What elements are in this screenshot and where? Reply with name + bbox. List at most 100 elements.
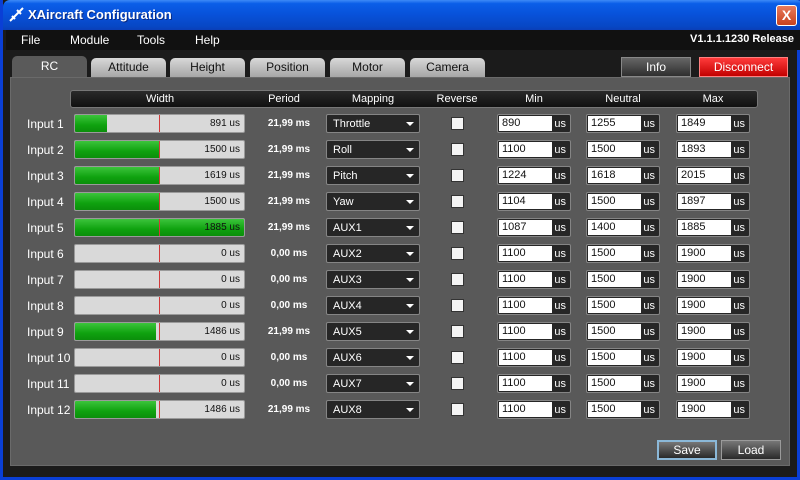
min-field[interactable]: 1100 us [497,400,571,419]
min-field[interactable]: 1100 us [497,296,571,315]
min-field[interactable]: 1100 us [497,322,571,341]
reverse-checkbox[interactable] [451,299,464,312]
neutral-value[interactable]: 1500 [588,350,641,365]
mapping-dropdown[interactable]: Yaw [326,192,420,211]
reverse-checkbox[interactable] [451,377,464,390]
max-value[interactable]: 1900 [678,324,731,339]
min-field[interactable]: 1100 us [497,348,571,367]
menu-tools[interactable]: Tools [137,33,165,47]
reverse-checkbox[interactable] [451,351,464,364]
min-value[interactable]: 1100 [499,376,552,391]
min-field[interactable]: 890 us [497,114,571,133]
min-field[interactable]: 1100 us [497,270,571,289]
load-button[interactable]: Load [721,440,781,460]
max-field[interactable]: 1900 us [676,296,750,315]
max-value[interactable]: 1900 [678,246,731,261]
neutral-field[interactable]: 1500 us [586,244,660,263]
reverse-checkbox[interactable] [451,325,464,338]
max-value[interactable]: 1900 [678,350,731,365]
max-value[interactable]: 1893 [678,142,731,157]
max-field[interactable]: 1897 us [676,192,750,211]
mapping-dropdown[interactable]: Roll [326,140,420,159]
close-button[interactable]: X [776,5,797,26]
reverse-checkbox[interactable] [451,169,464,182]
mapping-dropdown[interactable]: AUX4 [326,296,420,315]
neutral-value[interactable]: 1500 [588,194,641,209]
neutral-field[interactable]: 1255 us [586,114,660,133]
reverse-checkbox[interactable] [451,117,464,130]
max-value[interactable]: 2015 [678,168,731,183]
neutral-field[interactable]: 1400 us [586,218,660,237]
min-field[interactable]: 1100 us [497,140,571,159]
max-value[interactable]: 1900 [678,298,731,313]
max-value[interactable]: 1897 [678,194,731,209]
max-field[interactable]: 1900 us [676,322,750,341]
min-field[interactable]: 1224 us [497,166,571,185]
disconnect-button[interactable]: Disconnect [699,57,788,77]
menu-module[interactable]: Module [70,33,109,47]
max-field[interactable]: 1885 us [676,218,750,237]
neutral-field[interactable]: 1500 us [586,296,660,315]
min-value[interactable]: 1100 [499,272,552,287]
tab-rc[interactable]: RC [12,56,87,79]
mapping-dropdown[interactable]: AUX6 [326,348,420,367]
min-value[interactable]: 890 [499,116,552,131]
min-value[interactable]: 1100 [499,298,552,313]
tab-height[interactable]: Height [170,58,245,77]
neutral-field[interactable]: 1500 us [586,348,660,367]
mapping-dropdown[interactable]: AUX7 [326,374,420,393]
max-value[interactable]: 1900 [678,402,731,417]
max-field[interactable]: 1900 us [676,374,750,393]
min-value[interactable]: 1100 [499,246,552,261]
max-field[interactable]: 1900 us [676,400,750,419]
max-field[interactable]: 1849 us [676,114,750,133]
neutral-field[interactable]: 1500 us [586,192,660,211]
mapping-dropdown[interactable]: Throttle [326,114,420,133]
min-field[interactable]: 1100 us [497,374,571,393]
neutral-value[interactable]: 1500 [588,272,641,287]
min-value[interactable]: 1100 [499,324,552,339]
neutral-value[interactable]: 1500 [588,298,641,313]
min-value[interactable]: 1100 [499,402,552,417]
mapping-dropdown[interactable]: AUX2 [326,244,420,263]
neutral-field[interactable]: 1500 us [586,374,660,393]
min-field[interactable]: 1104 us [497,192,571,211]
max-field[interactable]: 1900 us [676,348,750,367]
info-button[interactable]: Info [621,57,691,77]
title-bar[interactable]: XAircraft Configuration X [3,0,800,30]
neutral-value[interactable]: 1500 [588,142,641,157]
tab-camera[interactable]: Camera [410,58,485,77]
neutral-value[interactable]: 1400 [588,220,641,235]
neutral-field[interactable]: 1618 us [586,166,660,185]
neutral-field[interactable]: 1500 us [586,140,660,159]
menu-help[interactable]: Help [195,33,220,47]
max-field[interactable]: 1900 us [676,270,750,289]
min-field[interactable]: 1100 us [497,244,571,263]
min-value[interactable]: 1087 [499,220,552,235]
mapping-dropdown[interactable]: AUX1 [326,218,420,237]
max-field[interactable]: 2015 us [676,166,750,185]
min-value[interactable]: 1100 [499,142,552,157]
max-value[interactable]: 1849 [678,116,731,131]
mapping-dropdown[interactable]: AUX5 [326,322,420,341]
max-value[interactable]: 1885 [678,220,731,235]
neutral-value[interactable]: 1500 [588,324,641,339]
mapping-dropdown[interactable]: Pitch [326,166,420,185]
tab-attitude[interactable]: Attitude [91,58,166,77]
min-value[interactable]: 1224 [499,168,552,183]
reverse-checkbox[interactable] [451,273,464,286]
neutral-field[interactable]: 1500 us [586,400,660,419]
min-field[interactable]: 1087 us [497,218,571,237]
menu-file[interactable]: File [21,33,40,47]
neutral-value[interactable]: 1500 [588,402,641,417]
max-field[interactable]: 1893 us [676,140,750,159]
max-value[interactable]: 1900 [678,376,731,391]
neutral-field[interactable]: 1500 us [586,322,660,341]
tab-motor[interactable]: Motor [330,58,405,77]
min-value[interactable]: 1104 [499,194,552,209]
reverse-checkbox[interactable] [451,143,464,156]
neutral-value[interactable]: 1618 [588,168,641,183]
neutral-field[interactable]: 1500 us [586,270,660,289]
reverse-checkbox[interactable] [451,221,464,234]
min-value[interactable]: 1100 [499,350,552,365]
